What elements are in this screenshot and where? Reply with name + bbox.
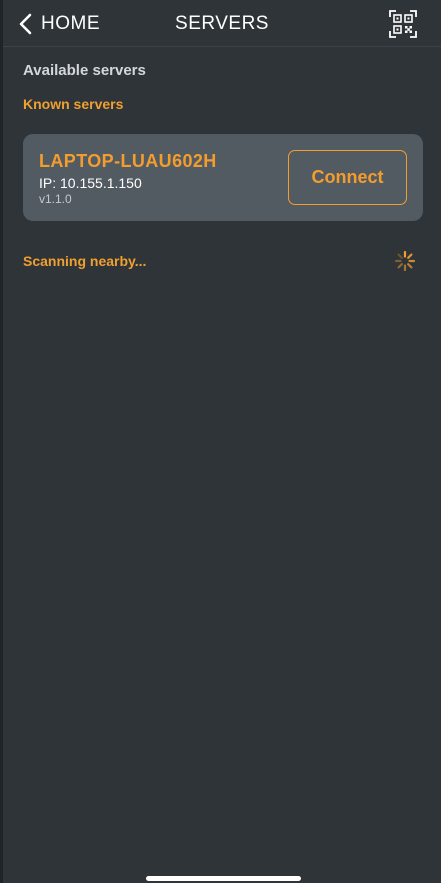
known-servers-heading: Known servers: [23, 96, 124, 112]
top-bar: HOME SERVERS: [3, 0, 441, 47]
qr-code-scan-icon[interactable]: [389, 10, 417, 38]
back-label: HOME: [41, 13, 100, 34]
server-version: v1.1.0: [39, 192, 72, 206]
back-button[interactable]: HOME: [17, 10, 100, 38]
server-ip: IP: 10.155.1.150: [39, 175, 142, 191]
home-indicator[interactable]: [146, 876, 301, 881]
server-card: LAPTOP-LUAU602H IP: 10.155.1.150 v1.1.0 …: [23, 134, 423, 221]
connect-button[interactable]: Connect: [288, 150, 407, 205]
chevron-left-icon: [19, 13, 32, 35]
servers-screen: HOME SERVERS Available servers Known ser…: [0, 0, 441, 883]
available-servers-heading: Available servers: [23, 62, 146, 79]
scanning-status: Scanning nearby...: [23, 253, 147, 269]
loading-spinner-icon: [394, 250, 416, 272]
server-name: LAPTOP-LUAU602H: [39, 151, 217, 171]
